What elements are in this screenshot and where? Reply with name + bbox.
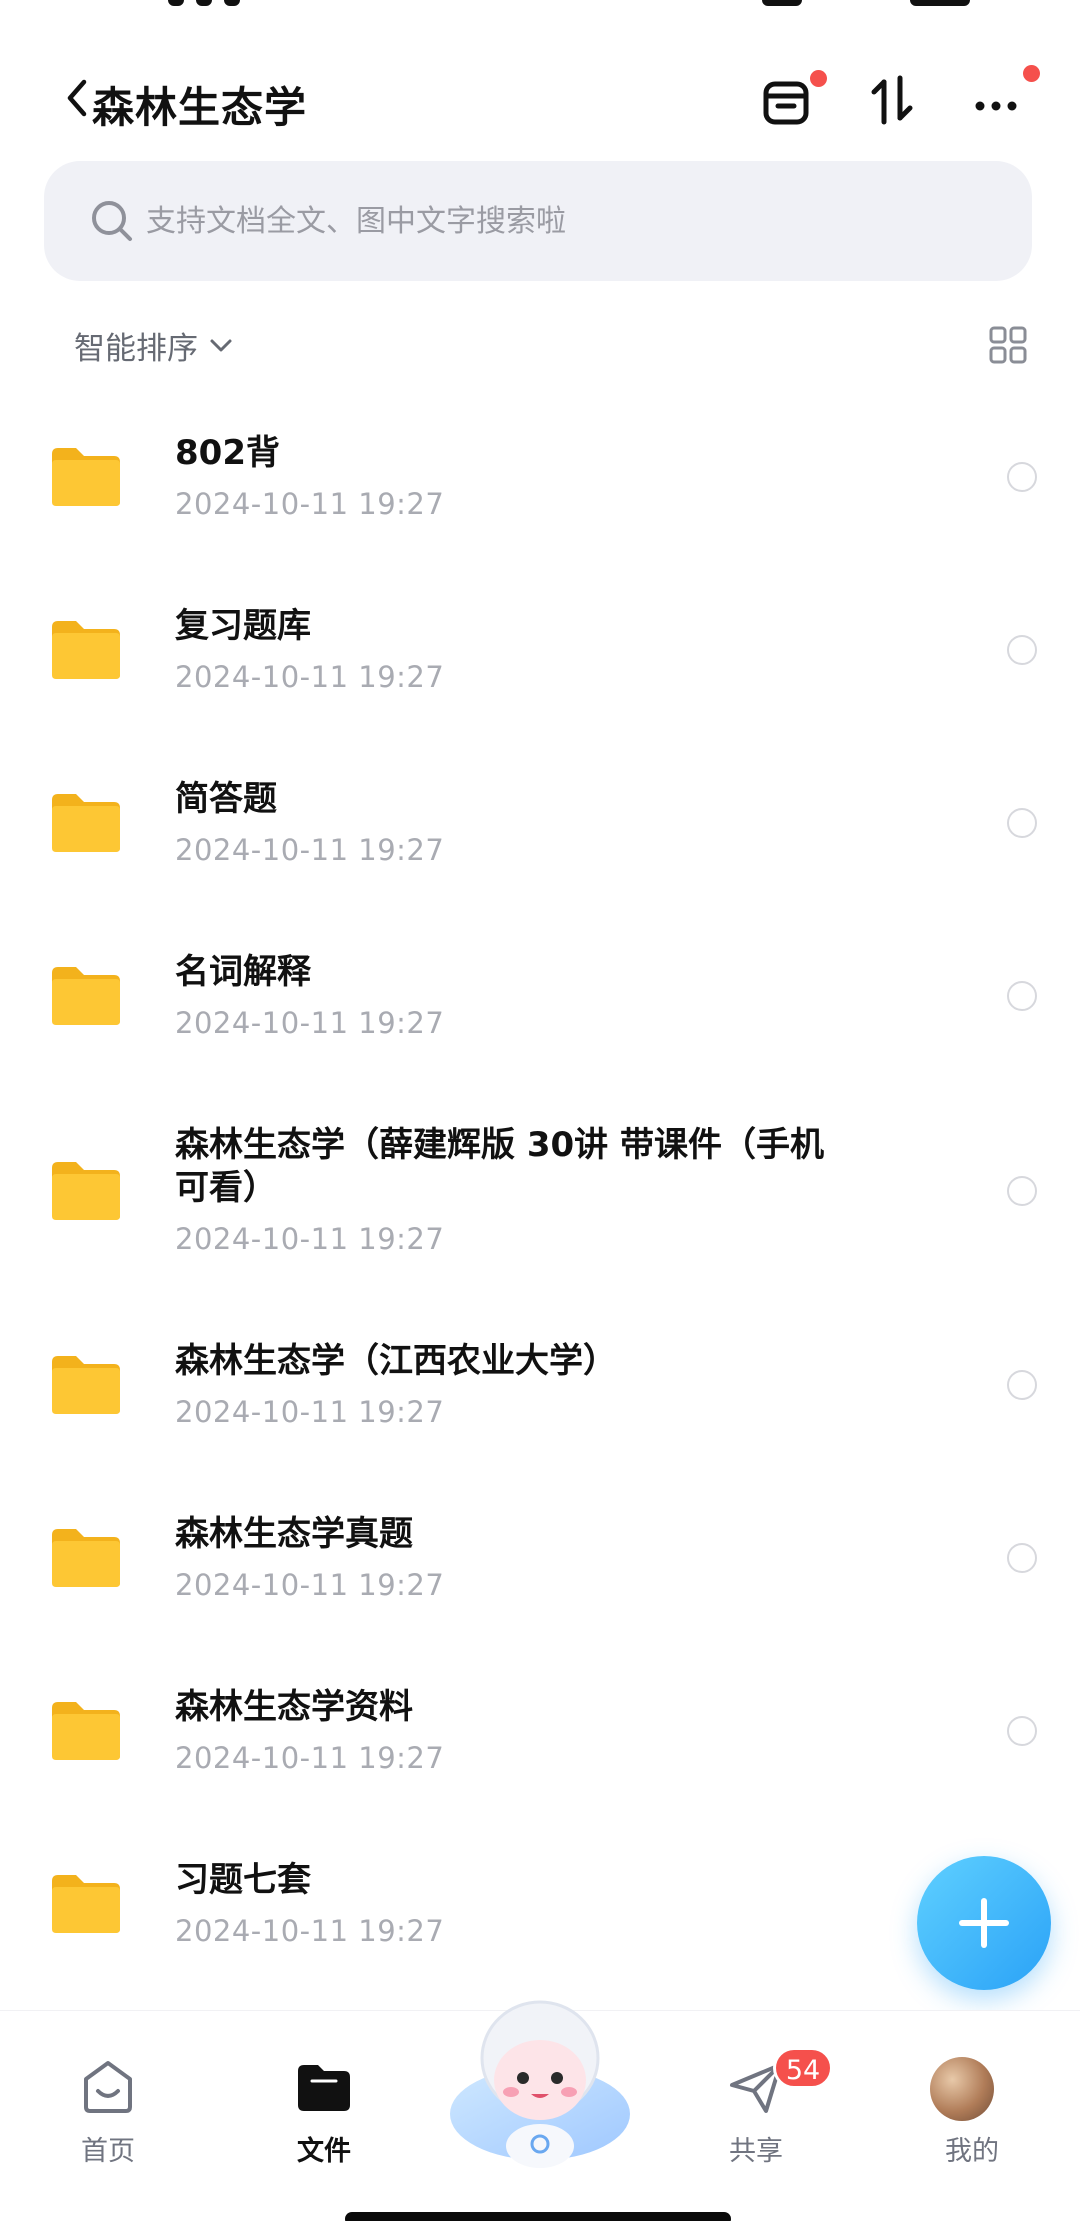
tab-label: 我的 [945,2136,999,2167]
home-icon [84,2061,132,2113]
select-checkbox[interactable] [1007,1370,1037,1400]
file-row[interactable]: 森林生态学（薛建辉版 30讲 带课件（手机可看） 2024-10-11 19:2… [0,1082,1080,1298]
tab-label: 共享 [729,2136,783,2167]
grid-view-icon [989,326,1027,364]
folder-icon [52,1875,120,1933]
file-name: 复习题库 [175,606,311,646]
plus-icon [959,1898,1009,1948]
file-text: 森林生态学资料 2024-10-11 19:27 [175,1686,875,1775]
sort-button[interactable] [860,68,924,132]
notification-dot [810,70,827,87]
back-button[interactable] [62,76,92,120]
status-dot [196,0,212,6]
file-name: 森林生态学（江西农业大学） [175,1341,617,1381]
file-date: 2024-10-11 19:27 [175,1222,445,1256]
share-count-badge: 54 [773,2047,833,2089]
more-button[interactable] [966,65,1040,132]
tab-me[interactable]: 我的 [897,2011,1047,2167]
file-text: 简答题 2024-10-11 19:27 [175,778,875,867]
file-name: 森林生态学（薛建辉版 30讲 带课件（手机可看） [175,1125,824,1208]
file-row[interactable]: 复习题库 2024-10-11 19:27 [0,563,1080,736]
file-date: 2024-10-11 19:27 [175,487,445,521]
chevron-left-icon [67,79,87,117]
tab-files[interactable]: 文件 [249,2011,399,2167]
folder-icon [52,621,120,679]
battery-icon [910,0,970,6]
file-date: 2024-10-11 19:27 [175,833,445,867]
file-row[interactable]: 森林生态学资料 2024-10-11 19:27 [0,1644,1080,1817]
file-browser-screen: 森林生态学 支持文档全文、图中文字搜索啦 智能排序 802背 2024-10-1… [0,0,1080,2221]
select-checkbox[interactable] [1007,635,1037,665]
file-row[interactable]: 森林生态学真题 2024-10-11 19:27 [0,1471,1080,1644]
status-bar [0,0,1080,14]
search-input[interactable] [146,161,946,281]
tab-label: 首页 [81,2136,135,2167]
folder-icon [52,967,120,1025]
notification-dot [1023,65,1040,82]
status-dot [168,0,184,6]
file-text: 森林生态学（薛建辉版 30讲 带课件（手机可看） 2024-10-11 19:2… [175,1124,855,1256]
select-checkbox[interactable] [1007,1543,1037,1573]
file-name: 森林生态学真题 [175,1514,413,1554]
folder-icon [52,448,120,506]
folder-icon [52,1529,120,1587]
clip-box-button[interactable] [754,68,827,132]
file-date: 2024-10-11 19:27 [175,1568,445,1602]
tab-label: 文件 [297,2136,351,2167]
tab-home[interactable]: 首页 [33,2011,183,2167]
home-indicator [345,2212,731,2221]
select-checkbox[interactable] [1007,1716,1037,1746]
search-bar[interactable] [44,161,1032,281]
mascot-icon [450,2000,630,2168]
folder-icon [298,2065,350,2111]
file-name: 802背 [175,433,280,473]
file-name: 习题七套 [175,1860,311,1900]
avatar [930,2057,994,2121]
file-row[interactable]: 简答题 2024-10-11 19:27 [0,736,1080,909]
file-date: 2024-10-11 19:27 [175,1741,445,1775]
file-text: 森林生态学真题 2024-10-11 19:27 [175,1513,875,1602]
select-checkbox[interactable] [1007,462,1037,492]
file-text: 森林生态学（江西农业大学） 2024-10-11 19:27 [175,1340,875,1429]
sort-arrows-icon [871,75,913,125]
signal-icon [762,0,802,6]
sort-dropdown[interactable]: 智能排序 [74,322,234,368]
select-checkbox[interactable] [1007,981,1037,1011]
file-text: 习题七套 2024-10-11 19:27 [175,1859,875,1948]
chevron-down-icon [210,339,232,352]
file-row[interactable]: 802背 2024-10-11 19:27 [0,390,1080,563]
file-row[interactable]: 习题七套 2024-10-11 19:27 [0,1817,1080,1990]
file-name: 简答题 [175,779,277,819]
file-date: 2024-10-11 19:27 [175,1395,445,1429]
file-row[interactable]: 森林生态学（江西农业大学） 2024-10-11 19:27 [0,1298,1080,1471]
folder-icon [52,1702,120,1760]
grid-view-button[interactable] [988,325,1028,365]
add-button[interactable] [917,1856,1051,1990]
file-date: 2024-10-11 19:27 [175,1006,445,1040]
file-name: 森林生态学资料 [175,1687,413,1727]
file-text: 802背 2024-10-11 19:27 [175,432,875,521]
status-dot [224,0,240,6]
file-row[interactable]: 名词解释 2024-10-11 19:27 [0,909,1080,1082]
file-date: 2024-10-11 19:27 [175,660,445,694]
folder-icon [52,1356,120,1414]
select-checkbox[interactable] [1007,1176,1037,1206]
page-title: 森林生态学 [92,83,308,132]
search-icon [92,201,132,241]
more-icon [975,101,1017,111]
clip-box-icon [763,81,809,125]
file-text: 复习题库 2024-10-11 19:27 [175,605,875,694]
select-checkbox[interactable] [1007,808,1037,838]
folder-icon [52,794,120,852]
file-text: 名词解释 2024-10-11 19:27 [175,951,875,1040]
file-date: 2024-10-11 19:27 [175,1914,445,1948]
mascot-button[interactable] [445,1998,635,2174]
file-name: 名词解释 [175,952,311,992]
folder-icon [52,1162,120,1220]
sort-label: 智能排序 [74,330,198,367]
header: 森林生态学 [0,60,1080,140]
